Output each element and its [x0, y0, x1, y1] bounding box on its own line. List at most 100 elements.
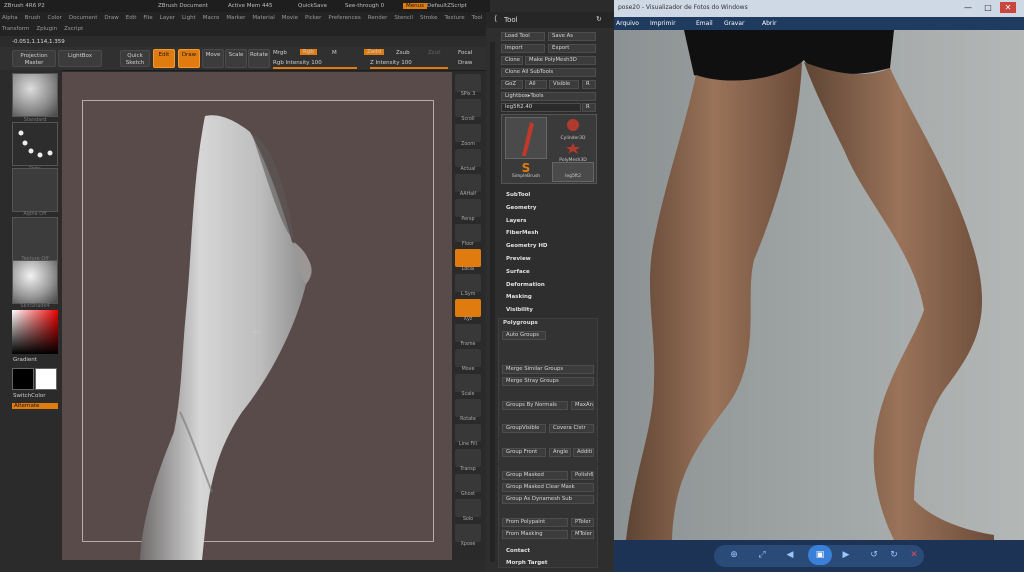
brush-thumbnail[interactable]	[12, 73, 58, 117]
shelf-button[interactable]	[455, 424, 481, 442]
polish-slider[interactable]: Polish6	[571, 471, 594, 480]
collapse-arrow-icon[interactable]: ⟨	[494, 14, 497, 23]
menu-item[interactable]: Macro	[203, 15, 220, 21]
group-front-button[interactable]: Group Front	[502, 448, 546, 457]
z-intensity-track[interactable]	[370, 67, 448, 69]
menu-imprimir[interactable]: Imprimir	[650, 20, 676, 27]
alpha-thumbnail[interactable]	[12, 168, 58, 212]
quicksave-button[interactable]: QuickSave	[298, 3, 327, 9]
zcut-button[interactable]: Zcut	[428, 50, 440, 56]
menu-item[interactable]: Brush	[25, 15, 41, 21]
shelf-button[interactable]	[455, 474, 481, 492]
clone-button[interactable]: Clone	[501, 56, 523, 65]
maximize-button[interactable]: □	[980, 2, 996, 13]
zsub-button[interactable]: Zsub	[396, 50, 410, 56]
from-masking-button[interactable]: From Masking	[502, 530, 568, 539]
delete-icon[interactable]: ✕	[906, 548, 922, 562]
groups-by-normals-button[interactable]: Groups By Normals	[502, 401, 568, 410]
leg-model-3d[interactable]	[62, 72, 452, 560]
tool-section[interactable]: Visibility	[506, 307, 533, 313]
tool-thumb-simplebrush[interactable]: S SimpleBrush	[505, 162, 547, 182]
lightbox-tools-button[interactable]: Lightbox▸Tools	[501, 92, 596, 101]
goz-visible-button[interactable]: Visible	[549, 80, 579, 89]
rotate-right-icon[interactable]: ↻	[886, 548, 902, 562]
save-as-button[interactable]: Save As	[548, 32, 596, 41]
tool-r-button[interactable]: R	[582, 103, 596, 112]
contact-section[interactable]: Contact	[506, 548, 530, 554]
auto-groups-button[interactable]: Auto Groups	[502, 331, 546, 340]
slideshow-icon[interactable]: ▣	[808, 545, 832, 565]
coverage-slider[interactable]: Covera Clstr	[549, 424, 594, 433]
menu-item[interactable]: Document	[69, 15, 98, 21]
draw-button[interactable]: Draw	[178, 49, 200, 68]
menu-item[interactable]: Color	[48, 15, 62, 21]
tool-section[interactable]: FiberMesh	[506, 230, 538, 236]
merge-stray-groups-button[interactable]: Merge Stray Groups	[502, 377, 594, 386]
menu-item[interactable]: Picker	[305, 15, 321, 21]
menus-button[interactable]: Menus	[403, 3, 427, 9]
menu-arquivo[interactable]: Arquivo	[616, 20, 639, 27]
additive-slider[interactable]: Additi	[573, 448, 594, 457]
shelf-button[interactable]	[455, 149, 481, 167]
tool-section[interactable]: Deformation	[506, 282, 545, 288]
next-icon[interactable]: ▶	[838, 548, 854, 562]
stroke-thumbnail[interactable]	[12, 122, 58, 166]
actual-size-icon[interactable]: ⤢	[754, 548, 770, 562]
shelf-button[interactable]	[455, 274, 481, 292]
group-masked-button[interactable]: Group Masked	[502, 471, 568, 480]
menu-item[interactable]: Tool	[472, 15, 483, 21]
menu-item[interactable]: Edit	[126, 15, 137, 21]
menu-item[interactable]: Alpha	[2, 15, 18, 21]
export-button[interactable]: Export	[548, 44, 596, 53]
document-canvas[interactable]	[62, 72, 452, 560]
menu-item[interactable]: Transform	[2, 26, 29, 32]
menu-item[interactable]: Texture	[445, 15, 465, 21]
morph-target-section[interactable]: Morph Target	[506, 560, 548, 566]
import-button[interactable]: Import	[501, 44, 545, 53]
menu-abrir[interactable]: Abrir	[762, 20, 777, 27]
material-thumbnail[interactable]	[12, 260, 58, 304]
alternate-button[interactable]: Alternate	[12, 403, 58, 409]
group-as-dynamesh-button[interactable]: Group As Dynamesh Sub	[502, 495, 594, 504]
draw-size-slider[interactable]: Draw	[458, 60, 472, 66]
tool-thumb-leg-2[interactable]: leg5ft2	[552, 162, 594, 182]
minimize-button[interactable]: —	[960, 2, 976, 13]
menu-item[interactable]: Draw	[104, 15, 118, 21]
edit-button[interactable]: Edit	[153, 49, 175, 68]
z-intensity-slider[interactable]: Z Intensity 100	[370, 60, 412, 66]
switch-color-button[interactable]: SwitchColor	[13, 393, 46, 399]
tool-section[interactable]: Surface	[506, 269, 530, 275]
quick-sketch-button[interactable]: Quick Sketch	[120, 50, 150, 67]
texture-thumbnail[interactable]	[12, 217, 58, 261]
menu-item[interactable]: Preferences	[328, 15, 360, 21]
menu-item[interactable]: Material	[252, 15, 274, 21]
shelf-button[interactable]	[455, 524, 481, 542]
tool-thumb-cylinder[interactable]: Cylinder3D	[552, 117, 594, 141]
from-polypaint-button[interactable]: From Polypaint	[502, 518, 568, 527]
rotate-left-icon[interactable]: ↺	[866, 548, 882, 562]
lightbox-button[interactable]: LightBox	[58, 50, 102, 67]
menu-item[interactable]: Zplugin	[36, 26, 57, 32]
menu-item[interactable]: Movie	[282, 15, 298, 21]
shelf-button[interactable]	[455, 174, 481, 192]
menu-item[interactable]: Render	[368, 15, 388, 21]
menu-item[interactable]: File	[143, 15, 152, 21]
shelf-button[interactable]	[455, 374, 481, 392]
maxangle-slider[interactable]: MaxAn	[571, 401, 594, 410]
mrgb-button[interactable]: Mrgb	[273, 50, 287, 56]
shelf-button[interactable]	[455, 349, 481, 367]
shelf-button[interactable]	[455, 499, 481, 517]
shelf-button[interactable]	[455, 249, 481, 267]
tool-section[interactable]: Preview	[506, 256, 531, 262]
tool-section[interactable]: Geometry	[506, 205, 536, 211]
shelf-button[interactable]	[455, 399, 481, 417]
tool-section[interactable]: SubTool	[506, 192, 530, 198]
clone-all-subtools-button[interactable]: Clone All SubTools	[501, 68, 596, 77]
tool-thumb-polymesh[interactable]: PolyMesh3D	[552, 139, 594, 163]
refresh-icon[interactable]: ↻	[596, 15, 602, 23]
previous-icon[interactable]: ◀	[782, 548, 798, 562]
polygroups-header[interactable]: Polygroups	[503, 320, 538, 326]
menu-item[interactable]: Light	[182, 15, 196, 21]
shelf-button[interactable]	[455, 124, 481, 142]
shelf-button[interactable]	[455, 324, 481, 342]
